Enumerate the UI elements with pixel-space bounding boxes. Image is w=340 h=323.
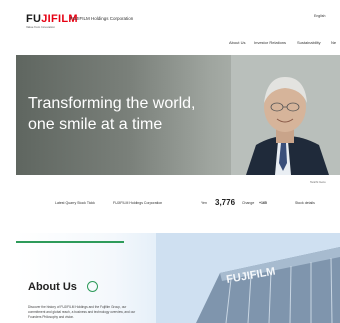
ceo-portrait-image xyxy=(231,55,340,175)
about-title[interactable]: About Us xyxy=(28,281,77,293)
hero-headline-line1: Transforming the world, xyxy=(28,95,196,112)
language-link[interactable]: English xyxy=(314,14,325,18)
stock-change-label: Change xyxy=(242,201,255,205)
stock-price-label: Yen xyxy=(201,201,207,205)
nav-item-about-us[interactable]: About Us xyxy=(229,40,245,45)
about-description: Discover the history of FUJIFILM Holding… xyxy=(28,305,136,319)
logo-tagline: Value from Innovation xyxy=(26,25,55,29)
nav-item-sustainability[interactable]: Sustainability xyxy=(297,40,321,45)
hero-headline-line2: one smile at a time xyxy=(28,116,163,133)
stock-change: +165 xyxy=(259,201,267,205)
about-section: About Us Discover the history of FUJIFIL… xyxy=(16,233,340,323)
headquarters-building-image: FUJIFILM xyxy=(156,233,340,323)
stock-ticker[interactable]: Latest Quarry Stock Tickk FUJIFILM Holdi… xyxy=(55,198,325,210)
logo-fu: FU xyxy=(26,13,42,25)
hero-caption: Teiichi Goto xyxy=(310,180,326,184)
stock-price: 3,776 xyxy=(215,198,236,207)
stock-company: FUJIFILM Holdings Corporation xyxy=(113,201,163,205)
stock-label: Latest Quarry Stock Tickk xyxy=(55,201,95,205)
main-nav: About Us Investor Relations Sustainabili… xyxy=(0,40,340,48)
corporation-name: FUJIFILM Holdings Corporation xyxy=(70,16,134,21)
site-header: FUJIFILM Value from Innovation FUJIFILM … xyxy=(0,0,340,50)
arrow-circle-icon[interactable] xyxy=(87,281,98,292)
nav-item-investor-relations[interactable]: Investor Relations xyxy=(254,40,286,45)
accent-line xyxy=(16,241,124,243)
nav-item-news[interactable]: Ne xyxy=(331,40,336,45)
stock-details-link[interactable]: Stock details xyxy=(295,201,315,205)
hero-banner[interactable]: Transforming the world, one smile at a t… xyxy=(16,55,340,175)
